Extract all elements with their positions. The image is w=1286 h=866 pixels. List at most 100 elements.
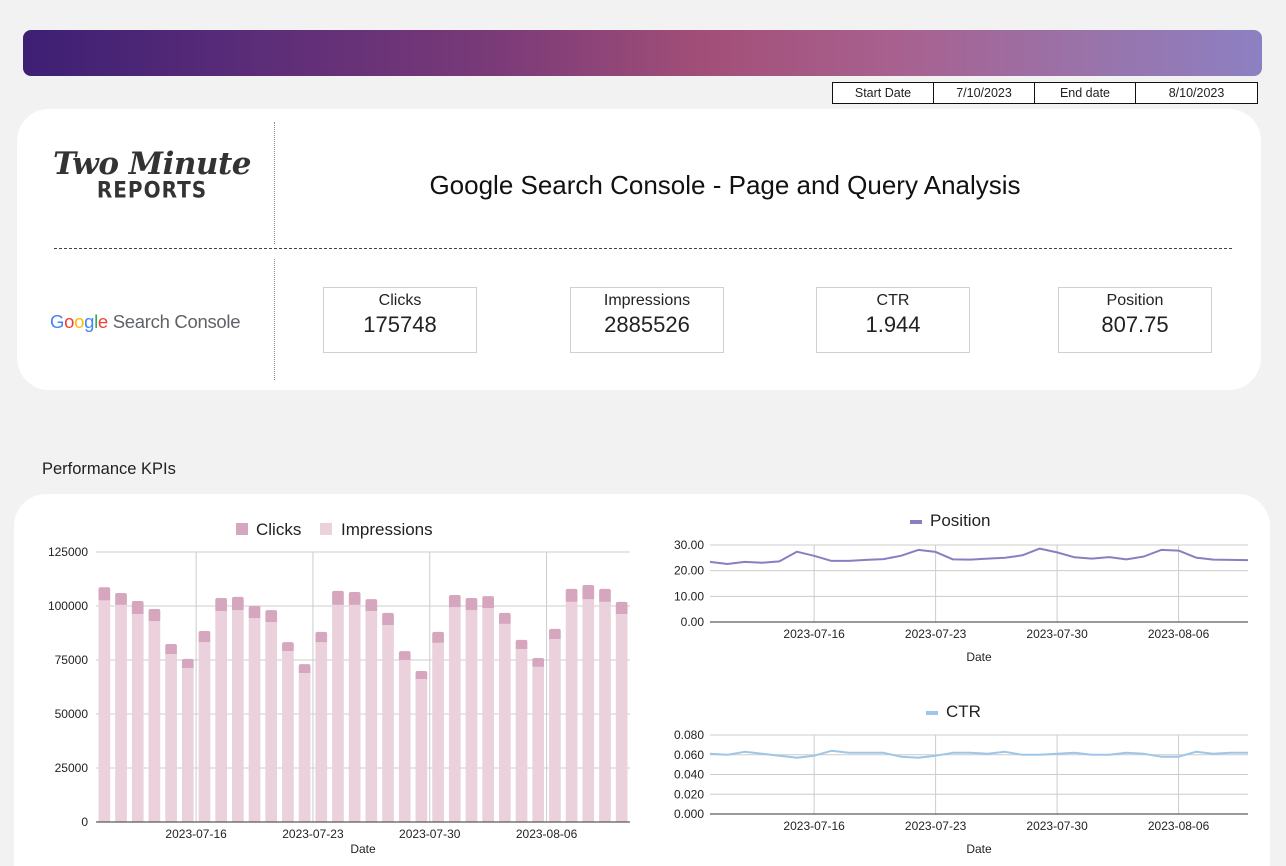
bar-impressions (131, 613, 144, 822)
x-tick-label: 2023-07-23 (905, 627, 967, 641)
y-tick-label: 0 (81, 815, 88, 829)
bar-impressions (181, 667, 194, 822)
bar-clicks (499, 612, 511, 624)
legend-label-clicks: Clicks (256, 520, 301, 539)
y-tick-label: 50000 (55, 707, 89, 721)
legend-label: Position (930, 511, 990, 530)
bar-clicks (382, 612, 394, 626)
bar-clicks (131, 601, 144, 614)
y-tick-label: 20.00 (674, 564, 704, 578)
x-axis-label: Date (966, 650, 992, 664)
x-tick-label: 2023-07-30 (1026, 627, 1088, 641)
bar-impressions (615, 613, 628, 822)
clicks-impressions-bar-chart: 0 25000 50000 75000 100000 125000 2023-07-16 20… (48, 511, 1249, 856)
bar-impressions (382, 625, 394, 822)
bar-clicks (148, 609, 161, 622)
bar-clicks (549, 628, 561, 640)
bar-impressions (599, 601, 611, 822)
legend-label: CTR (946, 702, 981, 721)
y-tick-label: 100000 (48, 599, 88, 613)
legend-swatch-clicks (236, 523, 248, 535)
bar-clicks (181, 658, 194, 668)
bar-clicks (599, 588, 611, 602)
y-tick-label: 0.000 (674, 807, 704, 821)
x-tick-label: 2023-07-16 (783, 627, 845, 641)
bar-impressions (282, 651, 294, 822)
bar-impressions (215, 610, 227, 822)
bar-clicks (532, 658, 545, 667)
bar-impressions (332, 604, 344, 822)
y-tick-label: 75000 (55, 653, 89, 667)
y-tick-label: 125000 (48, 545, 88, 559)
bar-clicks (565, 588, 578, 602)
x-tick-label: 2023-07-23 (905, 819, 967, 833)
bar-clicks (98, 587, 111, 601)
bar-clicks (465, 598, 478, 611)
bar-clicks (448, 594, 461, 608)
bar-clicks (232, 596, 244, 611)
y-tick-label: 0.080 (674, 728, 704, 742)
bar-clicks (298, 664, 311, 673)
bar-impressions (232, 610, 244, 822)
x-axis-label: Date (350, 842, 376, 856)
x-tick-label: 2023-07-23 (282, 827, 344, 841)
bar-clicks (365, 599, 378, 611)
bar-impressions (115, 604, 127, 822)
y-tick-label: 0.020 (674, 787, 704, 801)
series-line-position (709, 547, 1249, 565)
y-tick-label: 0.00 (681, 615, 705, 629)
legend-swatch-impressions (320, 523, 332, 535)
bar-impressions (432, 642, 444, 822)
bar-clicks (215, 598, 227, 611)
x-tick-label: 2023-08-06 (1148, 627, 1210, 641)
bar-impressions (198, 642, 211, 822)
bar-impressions (348, 604, 361, 822)
bar-impressions (582, 599, 595, 822)
bar-impressions (448, 607, 461, 822)
bar-impressions (98, 600, 111, 822)
bar-clicks (248, 606, 261, 619)
bar-clicks (315, 631, 328, 643)
bar-clicks (332, 590, 344, 605)
x-tick-label: 2023-07-30 (1026, 819, 1088, 833)
bar-impressions (165, 653, 177, 822)
y-tick-label: 10.00 (674, 589, 704, 603)
x-axis-label: Date (966, 842, 992, 856)
y-tick-label: 30.00 (674, 538, 704, 552)
bar-impressions (415, 679, 428, 822)
bar-impressions (298, 672, 311, 822)
bar-impressions (499, 623, 511, 822)
bar-clicks (198, 631, 211, 643)
legend-swatch (926, 711, 938, 715)
bar-impressions (248, 618, 261, 822)
x-tick-label: 2023-07-16 (165, 827, 227, 841)
bar-clicks (515, 639, 528, 649)
bar-impressions (532, 666, 545, 822)
bar-clicks (282, 642, 294, 652)
x-tick-label: 2023-08-06 (1148, 819, 1210, 833)
bar-impressions (265, 621, 278, 822)
x-tick-label: 2023-07-30 (399, 827, 461, 841)
bar-impressions (398, 660, 411, 822)
bar-clicks (482, 596, 494, 608)
legend-label-impressions: Impressions (341, 520, 433, 539)
bar-clicks (265, 610, 278, 622)
x-tick-label: 2023-08-06 (516, 827, 578, 841)
bar-clicks (415, 671, 428, 680)
bar-impressions (315, 642, 328, 822)
y-tick-label: 0.040 (674, 768, 704, 782)
bar-impressions (482, 607, 494, 822)
bar-impressions (148, 621, 161, 822)
bar-clicks (582, 585, 595, 600)
bar-impressions (515, 648, 528, 822)
bar-clicks (615, 601, 628, 614)
bar-clicks (432, 631, 444, 643)
x-tick-label: 2023-07-16 (783, 819, 845, 833)
bar-impressions (565, 601, 578, 822)
bar-impressions (465, 610, 478, 822)
y-tick-label: 0.060 (674, 748, 704, 762)
bar-clicks (348, 591, 361, 605)
bar-clicks (398, 651, 411, 660)
legend-swatch (910, 520, 922, 524)
y-tick-label: 25000 (55, 761, 89, 775)
